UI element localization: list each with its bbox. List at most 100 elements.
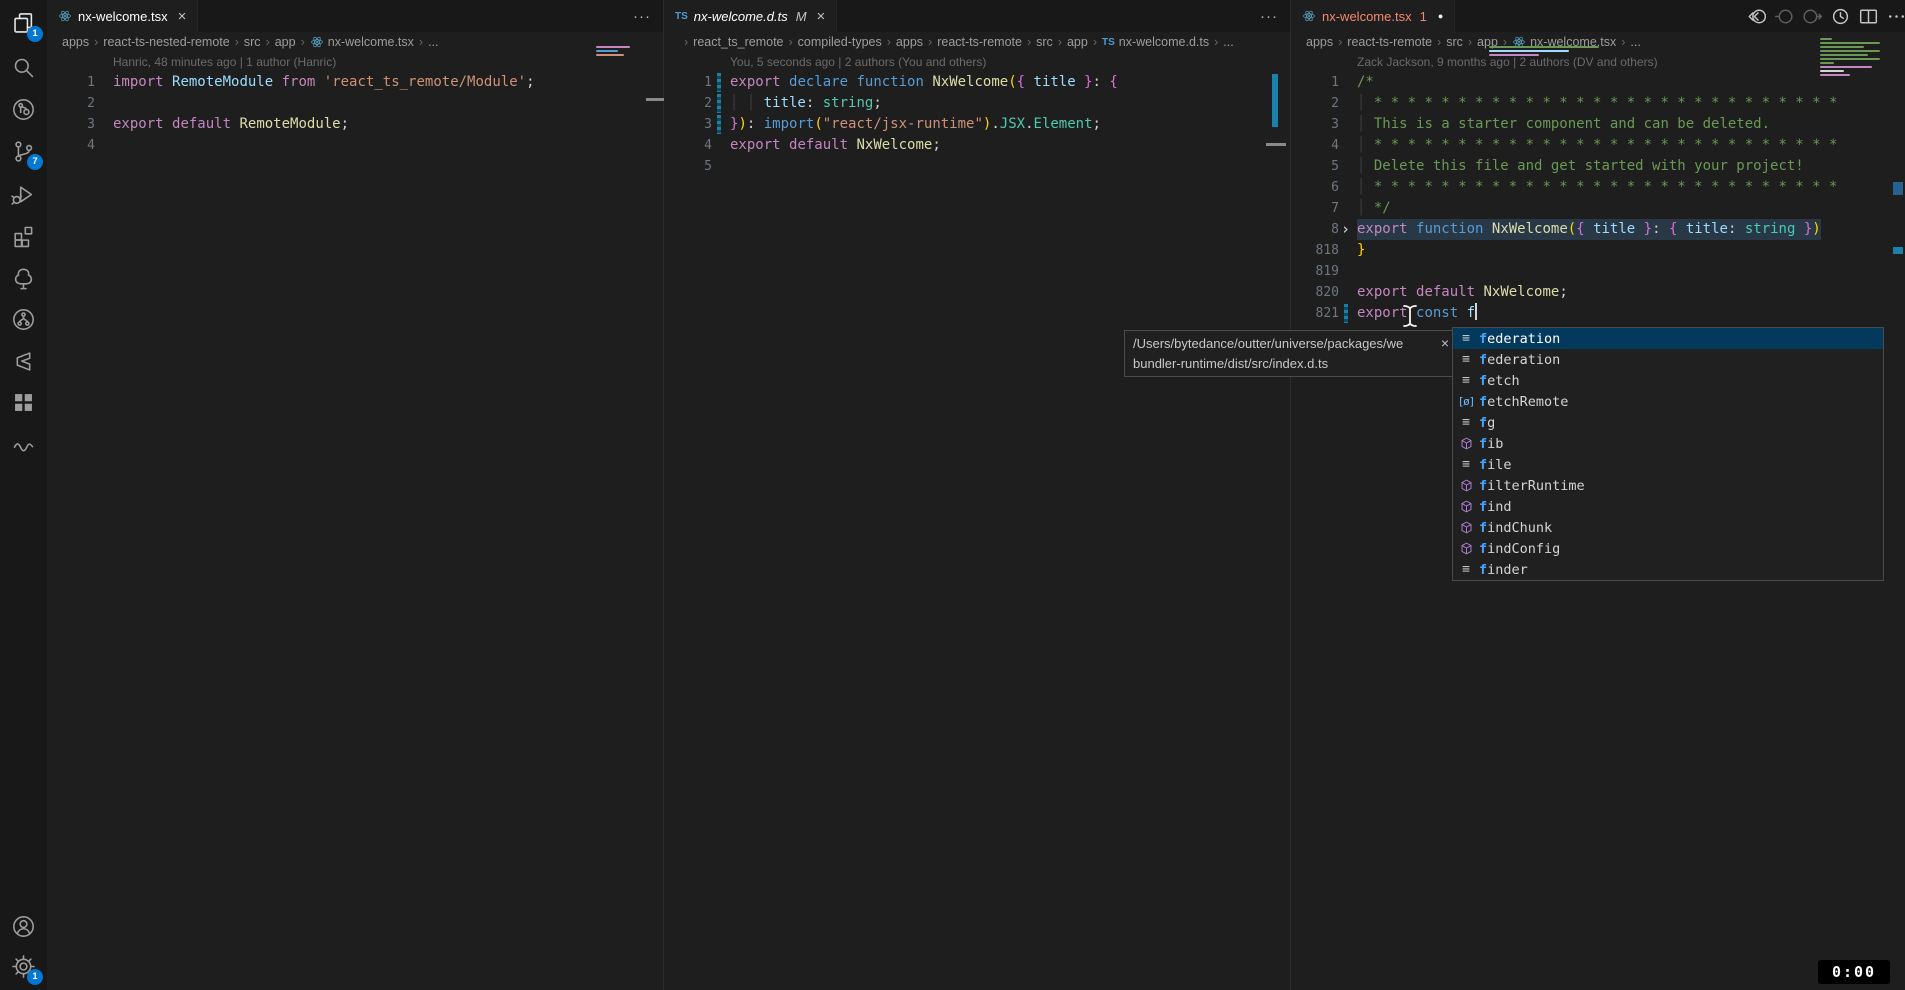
breadcrumb-item[interactable]: app [1067, 35, 1088, 49]
grid-icon[interactable] [10, 389, 37, 416]
code-line[interactable]: 4export default NxWelcome; [664, 135, 1290, 156]
activity-bar: 1 7 1 [0, 0, 48, 990]
suggestion-item[interactable]: [ø]fetchRemote [1453, 391, 1883, 412]
git-graph-icon[interactable] [10, 306, 37, 333]
minimap-pane-1[interactable] [596, 46, 630, 58]
breadcrumb-item[interactable]: app [275, 35, 296, 49]
more-actions-icon[interactable] [1884, 4, 1905, 29]
code-line[interactable]: 1/* [1291, 72, 1905, 93]
line-number: 1 [664, 72, 712, 93]
code-line[interactable]: 4│ * * * * * * * * * * * * * * * * * * *… [1291, 135, 1905, 156]
git-blame-codelens[interactable]: Hanric, 48 minutes ago | 1 author (Hanri… [47, 52, 663, 72]
minimap-pane-3[interactable] [1820, 38, 1880, 78]
code-line[interactable]: 820export default NxWelcome; [1291, 282, 1905, 303]
path-tooltip: /Users/bytedance/outter/universe/package… [1124, 330, 1456, 377]
tab-nx-welcome.tsx[interactable]: nx-welcome.tsx1● [1291, 0, 1455, 32]
suggestion-item[interactable]: ≡federation [1453, 349, 1883, 370]
code-line[interactable]: 2│ │ title: string; [664, 93, 1290, 114]
breadcrumb-item[interactable]: apps [1306, 35, 1333, 49]
tab-more-actions[interactable]: ··· [1248, 8, 1290, 25]
gitlens-icon[interactable] [10, 96, 37, 123]
suggestion-item[interactable]: findChunk [1453, 517, 1883, 538]
line-number: 6 [1291, 177, 1339, 198]
testing-tree-icon[interactable] [10, 265, 37, 292]
gutter-decorations [95, 72, 113, 93]
breadcrumb-item[interactable]: apps [62, 35, 89, 49]
code-line[interactable]: 2│ * * * * * * * * * * * * * * * * * * *… [1291, 93, 1905, 114]
breadcrumb-item[interactable]: react-ts-remote [1347, 35, 1432, 49]
tab-close-icon[interactable]: × [178, 8, 187, 25]
git-blame-codelens[interactable]: You, 5 seconds ago | 2 authors (You and … [664, 52, 1290, 72]
search-icon[interactable] [10, 54, 37, 81]
minimap-slider[interactable] [646, 98, 664, 101]
minimap-slider[interactable] [1266, 143, 1286, 146]
breadcrumb-item[interactable]: ... [1630, 35, 1640, 49]
split-editor-icon[interactable] [1856, 4, 1881, 29]
tab-more-actions[interactable]: ··· [621, 8, 663, 25]
tab-bar: TSnx-welcome.d.tsM× ··· [664, 0, 1290, 32]
extensions-icon[interactable] [10, 223, 37, 250]
suggestion-item[interactable]: find [1453, 496, 1883, 517]
code-line[interactable]: 8›export function NxWelcome({ title }: {… [1291, 219, 1905, 240]
breadcrumb-item[interactable]: ... [1223, 35, 1233, 49]
open-changes-icon[interactable] [1744, 4, 1769, 29]
breadcrumb-item[interactable]: compiled-types [798, 35, 882, 49]
breadcrumb-item[interactable]: apps [896, 35, 923, 49]
code-line[interactable]: 2 [47, 93, 663, 114]
code-line[interactable]: 5│ Delete this file and get started with… [1291, 156, 1905, 177]
breadcrumb-item[interactable]: react-ts-remote [937, 35, 1022, 49]
code-line[interactable]: 7│ */ [1291, 198, 1905, 219]
suggestion-item[interactable]: ≡finder [1453, 559, 1883, 580]
code-line[interactable]: 3}): import("react/jsx-runtime").JSX.Ele… [664, 114, 1290, 135]
suggestion-item[interactable]: ≡federation [1453, 328, 1883, 349]
nx-console-icon[interactable] [10, 348, 37, 375]
code-line[interactable]: 818} [1291, 240, 1905, 261]
code-line[interactable]: 821export const f [1291, 303, 1905, 324]
breadcrumb-item[interactable]: react-ts-nested-remote [103, 35, 229, 49]
breadcrumb-item[interactable]: src [1036, 35, 1053, 49]
minimap-line [1820, 50, 1880, 52]
accounts-icon[interactable] [10, 913, 37, 940]
previous-change-icon[interactable] [1772, 4, 1797, 29]
tab-nx-welcome.tsx[interactable]: nx-welcome.tsx× [47, 0, 198, 32]
code-line[interactable]: 4 [47, 135, 663, 156]
run-debug-icon[interactable] [10, 181, 37, 208]
breadcrumb-item[interactable]: TSnx-welcome.d.ts [1102, 35, 1209, 49]
minimap-line [596, 50, 618, 52]
code-line[interactable]: 5 [664, 156, 1290, 177]
suggestion-item[interactable]: ≡fg [1453, 412, 1883, 433]
code-line[interactable]: 819 [1291, 261, 1905, 282]
wavy-icon[interactable] [10, 431, 37, 458]
next-change-icon[interactable] [1800, 4, 1825, 29]
code-text: │ Delete this file and get started with … [1357, 156, 1804, 177]
suggestion-item[interactable]: fib [1453, 433, 1883, 454]
code-line[interactable]: 1export declare function NxWelcome({ tit… [664, 72, 1290, 93]
timeline-icon[interactable] [1828, 4, 1853, 29]
explorer-icon[interactable]: 1 [10, 10, 37, 37]
tab-nx-welcome.d.ts[interactable]: TSnx-welcome.d.tsM× [664, 0, 837, 32]
line-number: 1 [1291, 72, 1339, 93]
code-line[interactable]: 6│ * * * * * * * * * * * * * * * * * * *… [1291, 177, 1905, 198]
suggestion-item[interactable]: ≡file [1453, 454, 1883, 475]
code-line[interactable]: 1import RemoteModule from 'react_ts_remo… [47, 72, 663, 93]
path-tooltip-line2: bundler-runtime/dist/src/index.d.ts [1133, 354, 1431, 374]
tab-dirty-icon[interactable]: ● [1438, 11, 1443, 21]
suggestion-item[interactable]: filterRuntime [1453, 475, 1883, 496]
code-line[interactable]: 3export default RemoteModule; [47, 114, 663, 135]
minimap-fragment[interactable] [1489, 46, 1599, 58]
suggestion-item[interactable]: ≡fetch [1453, 370, 1883, 391]
minimap-line [1820, 42, 1880, 44]
suggestion-item[interactable]: findConfig [1453, 538, 1883, 559]
breadcrumb-item[interactable]: nx-welcome.tsx [310, 35, 414, 49]
settings-icon[interactable]: 1 [10, 953, 37, 980]
tab-close-icon[interactable]: × [817, 8, 826, 25]
breadcrumb-item[interactable]: src [1446, 35, 1463, 49]
breadcrumb-item[interactable]: src [244, 35, 261, 49]
fold-chevron-icon[interactable]: › [1341, 219, 1350, 240]
source-control-icon[interactable]: 7 [10, 138, 37, 165]
suggestion-match: f [1479, 499, 1487, 515]
breadcrumb-item[interactable]: react_ts_remote [693, 35, 783, 49]
code-line[interactable]: 3│ This is a starter component and can b… [1291, 114, 1905, 135]
breadcrumb-item[interactable]: ... [428, 35, 438, 49]
tooltip-close-icon[interactable]: × [1441, 333, 1449, 353]
